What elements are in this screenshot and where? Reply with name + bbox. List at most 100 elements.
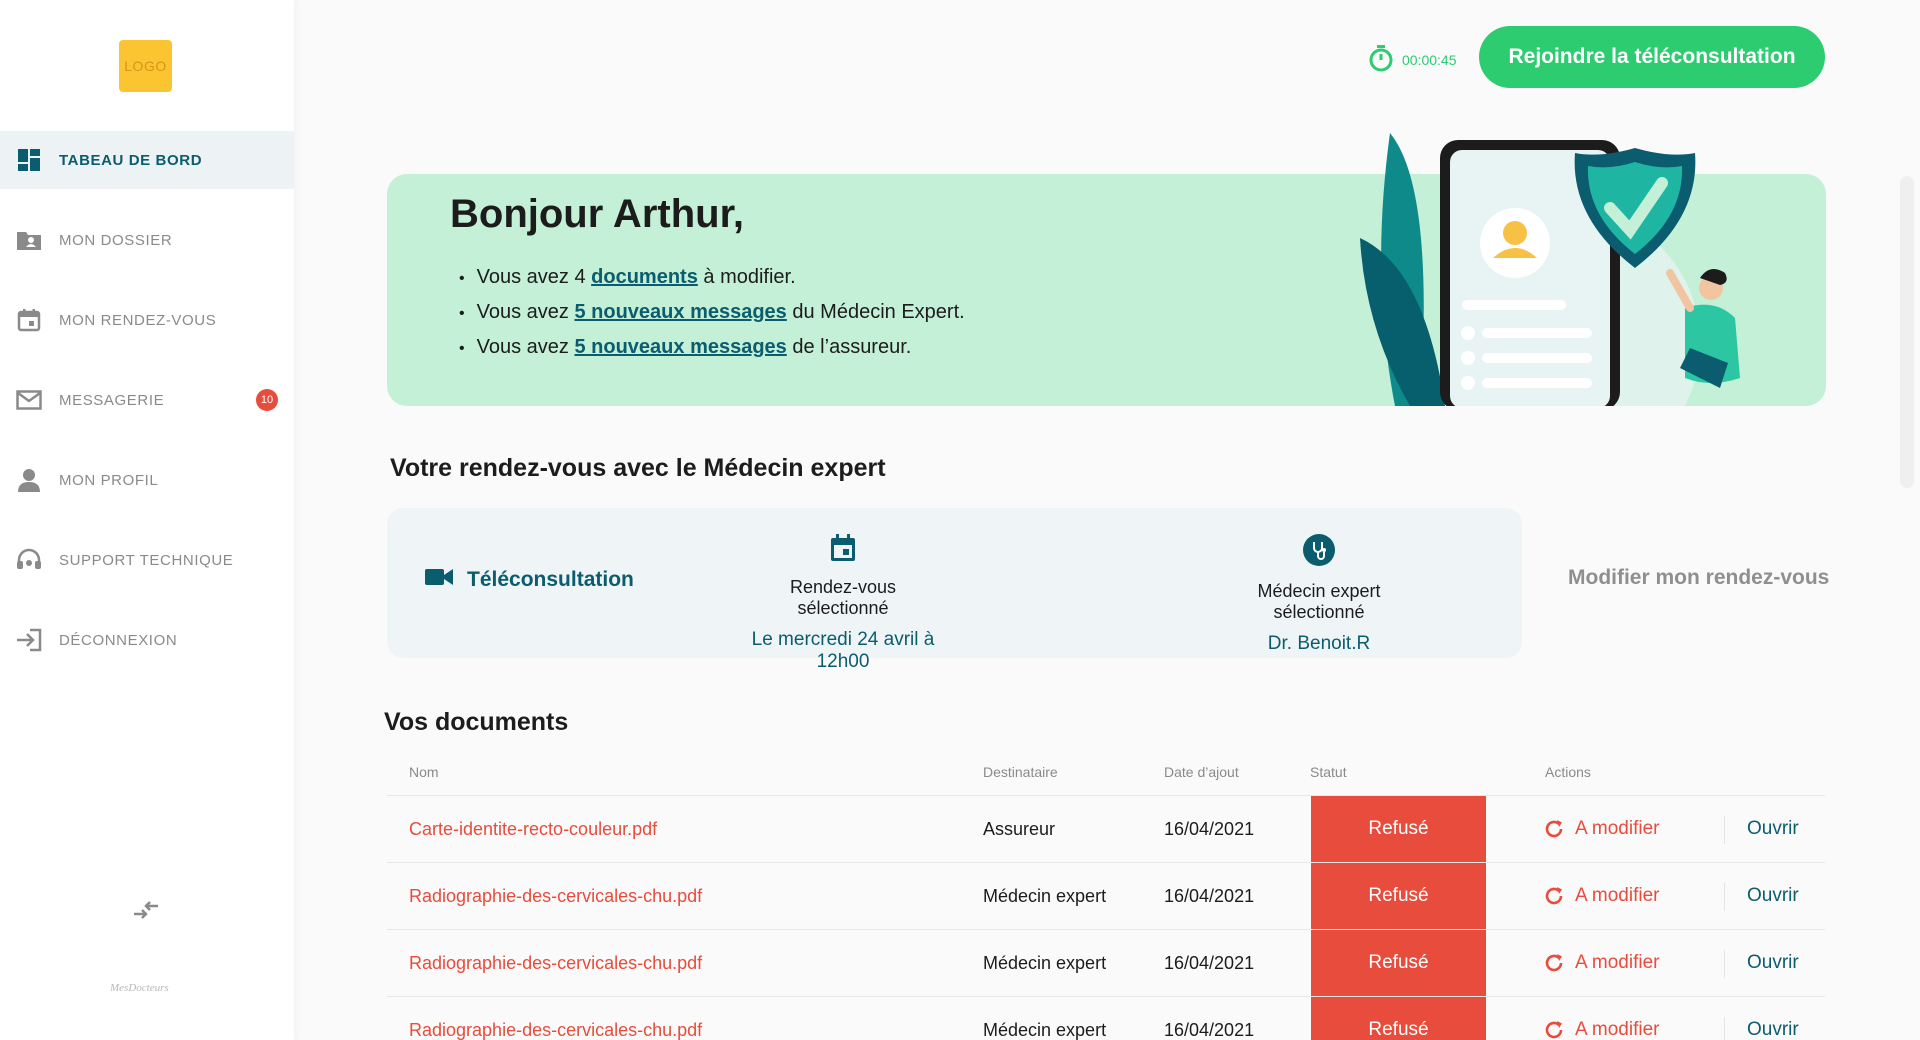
divider [1724, 950, 1725, 978]
document-name-link[interactable]: Radiographie-des-cervicales-chu.pdf [409, 863, 702, 929]
recipient-cell: Assureur [983, 818, 1056, 839]
call-timer: 00:00:45 [1368, 44, 1457, 75]
modify-document-button[interactable]: A modifier [1543, 796, 1659, 862]
logout-icon [16, 627, 42, 653]
modify-label: A modifier [1575, 1019, 1660, 1040]
sidebar-item-dashboard[interactable]: TABEAU DE BORD [0, 131, 294, 189]
open-document-button[interactable]: Ouvrir [1747, 796, 1799, 862]
refresh-icon [1545, 887, 1563, 905]
notification-list: Vous avez 4 documents à modifier. Vous a… [459, 260, 965, 365]
modify-document-button[interactable]: A modifier [1543, 997, 1659, 1040]
sidebar: LOGO TABEAU DE BORD MON DOSSIER MON REND… [0, 0, 294, 1040]
welcome-title: Bonjour Arthur, [450, 192, 745, 236]
recipient-cell: Médecin expert [983, 952, 1107, 973]
text: de l’assureur. [792, 336, 912, 358]
expert-messages-link[interactable]: 5 nouveaux messages [574, 301, 786, 323]
table-row: Carte-identite-recto-couleur.pdf Assureu… [387, 796, 1825, 862]
insurer-messages-link[interactable]: 5 nouveaux messages [574, 336, 786, 358]
scrollbar[interactable] [1900, 176, 1914, 488]
date-cell: 16/04/2021 [1164, 885, 1255, 906]
divider [1724, 883, 1725, 911]
date-cell: 16/04/2021 [1164, 952, 1255, 973]
sidebar-item-label: MON DOSSIER [59, 231, 173, 249]
logo: LOGO [119, 40, 172, 92]
user-icon [16, 467, 42, 493]
status-badge: Refusé [1311, 863, 1486, 929]
modify-document-button[interactable]: A modifier [1543, 863, 1659, 929]
table-row: Radiographie-des-cervicales-chu.pdf Méde… [387, 863, 1825, 929]
modify-document-button[interactable]: A modifier [1543, 930, 1659, 996]
document-name-link[interactable]: Radiographie-des-cervicales-chu.pdf [409, 997, 702, 1040]
sidebar-item-label: MON RENDEZ-VOUS [59, 311, 217, 329]
appointment-date-block: Rendez-vous sélectionné Le mercredi 24 a… [750, 534, 936, 673]
documents-link[interactable]: documents [591, 266, 698, 288]
calendar-icon [750, 534, 936, 567]
sidebar-item-support[interactable]: SUPPORT TECHNIQUE [0, 531, 294, 589]
table-row: Radiographie-des-cervicales-chu.pdf Méde… [387, 997, 1825, 1040]
column-header-date: Date d’ajout [1164, 764, 1239, 780]
unread-badge: 10 [256, 389, 278, 411]
date-cell: 16/04/2021 [1164, 1019, 1255, 1040]
appointment-doctor-value: Dr. Benoit.R [1267, 633, 1371, 654]
sidebar-item-label: TABEAU DE BORD [59, 151, 203, 169]
column-header-status: Statut [1310, 764, 1347, 780]
headset-icon [16, 547, 42, 573]
refresh-icon [1545, 1021, 1563, 1039]
dashboard-icon [16, 147, 42, 173]
sidebar-item-label: DÉCONNEXION [59, 631, 178, 649]
calendar-icon [16, 307, 42, 333]
document-name-link[interactable]: Radiographie-des-cervicales-chu.pdf [409, 930, 702, 996]
sidebar-item-rendez-vous[interactable]: MON RENDEZ-VOUS [0, 291, 294, 349]
appointment-date-label: Rendez-vous sélectionné [789, 577, 897, 618]
column-header-name: Nom [409, 764, 439, 780]
footer-brand: MesDocteurs [110, 982, 169, 994]
modify-label: A modifier [1575, 885, 1660, 906]
sidebar-item-label: MON PROFIL [59, 471, 159, 489]
status-badge: Refusé [1311, 997, 1486, 1040]
list-item: Vous avez 5 nouveaux messages de l’assur… [459, 330, 965, 365]
refresh-icon [1545, 820, 1563, 838]
timer-value: 00:00:45 [1402, 51, 1457, 68]
column-header-actions: Actions [1545, 764, 1591, 780]
text: à modifier. [703, 266, 796, 288]
appointment-section-title: Votre rendez-vous avec le Médecin expert [390, 454, 886, 482]
medical-security-illustration [1350, 128, 1770, 406]
date-cell: 16/04/2021 [1164, 818, 1255, 839]
open-document-button[interactable]: Ouvrir [1747, 930, 1799, 996]
sidebar-item-deconnexion[interactable]: DÉCONNEXION [0, 611, 294, 669]
open-document-button[interactable]: Ouvrir [1747, 863, 1799, 929]
recipient-cell: Médecin expert [983, 1019, 1107, 1040]
list-item: Vous avez 4 documents à modifier. [459, 260, 965, 295]
mail-icon [16, 387, 42, 413]
open-document-button[interactable]: Ouvrir [1747, 997, 1799, 1040]
documents-section-title: Vos documents [384, 708, 569, 736]
folder-user-icon [16, 227, 42, 253]
stethoscope-icon [1221, 534, 1417, 571]
table-row: Radiographie-des-cervicales-chu.pdf Méde… [387, 930, 1825, 996]
collapse-sidebar-icon[interactable] [130, 896, 162, 924]
appointment-card: Téléconsultation Rendez-vous sélectionné… [387, 508, 1522, 672]
list-item: Vous avez 5 nouveaux messages du Médecin… [459, 295, 965, 330]
appointment-type-label: Téléconsultation [467, 568, 634, 591]
stopwatch-icon [1368, 44, 1394, 75]
appointment-date-value: Le mercredi 24 avril à 12h00 [751, 629, 935, 672]
sidebar-item-label: MESSAGERIE [59, 391, 165, 409]
sidebar-item-dossier[interactable]: MON DOSSIER [0, 211, 294, 269]
sidebar-item-label: SUPPORT TECHNIQUE [59, 551, 234, 569]
text: Vous avez [476, 301, 569, 323]
join-teleconsultation-button[interactable]: Rejoindre la téléconsultation [1479, 26, 1825, 88]
appointment-doctor-block: Médecin expert sélectionné Dr. Benoit.R [1221, 534, 1417, 655]
divider [1724, 816, 1725, 844]
status-badge: Refusé [1311, 930, 1486, 996]
modify-label: A modifier [1575, 818, 1660, 839]
recipient-cell: Médecin expert [983, 885, 1107, 906]
refresh-icon [1545, 954, 1563, 972]
sidebar-item-messagerie[interactable]: MESSAGERIE 10 [0, 371, 294, 429]
document-name-link[interactable]: Carte-identite-recto-couleur.pdf [409, 796, 657, 862]
text: Vous avez 4 [476, 266, 586, 288]
text: du Médecin Expert. [792, 301, 965, 323]
divider [1724, 1017, 1725, 1040]
appointment-doctor-label: Médecin expert sélectionné [1257, 581, 1381, 622]
modify-appointment-button[interactable]: Modifier mon rendez-vous [1568, 566, 1829, 590]
sidebar-item-profil[interactable]: MON PROFIL [0, 451, 294, 509]
